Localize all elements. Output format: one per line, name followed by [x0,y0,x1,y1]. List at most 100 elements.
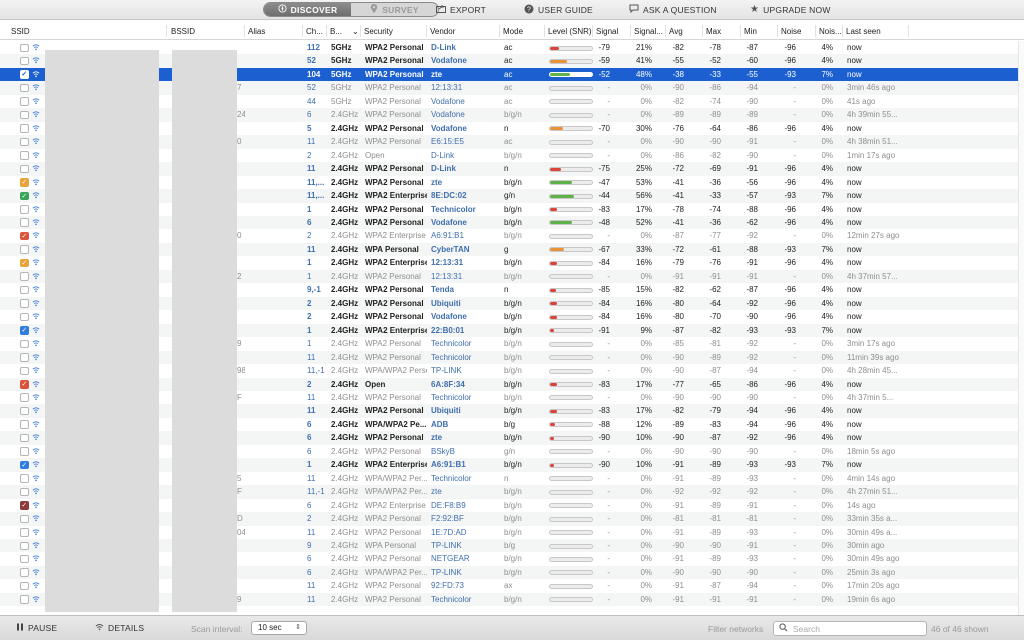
row-checkbox[interactable] [20,272,29,281]
row-checkbox[interactable]: ✓ [20,178,29,187]
col-signal[interactable]: Signal [596,27,618,36]
cell-band: 2.4GHz [331,500,359,510]
cell-last-seen: 17min 20s ago [847,581,900,591]
row-checkbox[interactable] [20,218,29,227]
row-checkbox[interactable] [20,83,29,93]
row-checkbox[interactable] [20,474,29,483]
col-max[interactable]: Max [706,27,721,36]
cell-band: 2.4GHz [331,392,359,402]
column-divider[interactable] [499,25,500,37]
cell-noise: - [793,567,796,577]
row-checkbox[interactable] [20,245,29,254]
column-divider[interactable] [326,25,327,37]
ask-question-button[interactable]: ASK A QUESTION [629,4,717,16]
upgrade-now-button[interactable]: ★ UPGRADE NOW [750,4,831,16]
cell-band: 2.4GHz [331,137,359,147]
row-checkbox[interactable] [20,366,29,376]
row-checkbox[interactable]: ✓ [20,460,29,470]
row-checkbox[interactable] [20,339,29,349]
export-button[interactable]: EXPORT [436,4,486,16]
row-checkbox[interactable] [20,595,29,604]
cell-avg: -90 [672,83,684,93]
col-avg[interactable]: Avg [669,27,683,36]
column-divider[interactable] [592,25,593,37]
col-noise[interactable]: Noise [781,27,801,36]
column-divider[interactable] [166,25,167,37]
row-checkbox[interactable] [20,97,29,106]
column-divider[interactable] [702,25,703,37]
row-checkbox[interactable]: ✓ [20,380,29,389]
row-checkbox[interactable] [20,43,29,52]
row-checkbox[interactable] [20,164,29,174]
cell-last-seen: 11min 39s ago [847,352,899,362]
column-divider[interactable] [244,25,245,37]
row-checkbox[interactable] [20,433,29,443]
col-alias[interactable]: Alias [248,27,265,36]
column-divider[interactable] [777,25,778,37]
column-divider[interactable] [815,25,816,37]
column-divider[interactable] [665,25,666,37]
column-divider[interactable] [908,25,909,37]
row-checkbox[interactable] [20,299,29,308]
survey-tab[interactable]: SURVEY [351,3,438,16]
col-mode[interactable]: Mode [503,27,523,36]
row-checkbox[interactable]: ✓ [20,191,29,201]
col-band[interactable]: B... [330,27,342,36]
column-divider[interactable] [630,25,631,37]
discover-tab[interactable]: DISCOVER [264,3,351,16]
col-last-seen[interactable]: Last seen [846,27,881,36]
row-checkbox[interactable] [20,528,29,537]
row-checkbox[interactable] [20,110,29,120]
row-checkbox[interactable]: ✓ [20,326,29,335]
col-ssid[interactable]: SSID [11,27,30,36]
search-box[interactable] [773,621,927,636]
row-checkbox[interactable] [20,420,29,429]
search-input[interactable] [793,623,921,634]
row-checkbox[interactable] [20,447,29,456]
pause-button[interactable]: PAUSE [16,623,57,633]
col-vendor[interactable]: Vendor [430,27,455,36]
row-checkbox[interactable] [20,554,29,564]
row-checkbox[interactable] [20,568,29,577]
row-checkbox[interactable] [20,514,29,524]
row-checkbox[interactable]: ✓ [20,70,29,79]
row-checkbox[interactable] [20,541,29,551]
column-divider[interactable] [360,25,361,37]
row-checkbox[interactable] [20,353,29,362]
row-checkbox[interactable] [20,393,29,402]
column-divider[interactable] [426,25,427,37]
row-checkbox[interactable] [20,406,29,416]
sort-desc-icon[interactable]: ⌄ [352,27,359,36]
column-divider[interactable] [842,25,843,37]
row-checkbox[interactable] [20,151,29,160]
col-signal-pct[interactable]: Signal... [634,27,663,36]
cell-noise-pct: 0% [821,594,833,604]
col-noise-pct[interactable]: Nois... [819,27,842,36]
details-button[interactable]: DETAILS [95,623,144,633]
scan-interval-select[interactable]: 10 sec ⇕ [251,621,307,635]
row-checkbox[interactable] [20,205,29,214]
cell-min: -92 [746,487,758,497]
row-checkbox[interactable] [20,56,29,66]
row-checkbox[interactable] [20,137,29,147]
col-bssid[interactable]: BSSID [171,27,195,36]
wifi-signal-icon [32,380,40,390]
column-divider[interactable] [740,25,741,37]
row-checkbox[interactable]: ✓ [20,501,29,510]
col-channel[interactable]: Ch... [306,27,323,36]
row-checkbox[interactable]: ✓ [20,258,29,268]
column-divider[interactable] [302,25,303,37]
row-checkbox[interactable] [20,581,29,591]
row-checkbox[interactable] [20,487,29,497]
column-divider[interactable] [544,25,545,37]
vertical-scrollbar[interactable] [1018,41,1024,615]
row-checkbox[interactable]: ✓ [20,231,29,241]
row-checkbox[interactable] [20,124,29,133]
row-checkbox[interactable] [20,285,29,295]
col-level-snr[interactable]: Level (SNR) [548,27,592,36]
col-security[interactable]: Security [364,27,393,36]
user-guide-button[interactable]: ? USER GUIDE [524,4,593,16]
cell-security: WPA2 Personal [365,594,421,604]
col-min[interactable]: Min [744,27,757,36]
row-checkbox[interactable] [20,312,29,322]
